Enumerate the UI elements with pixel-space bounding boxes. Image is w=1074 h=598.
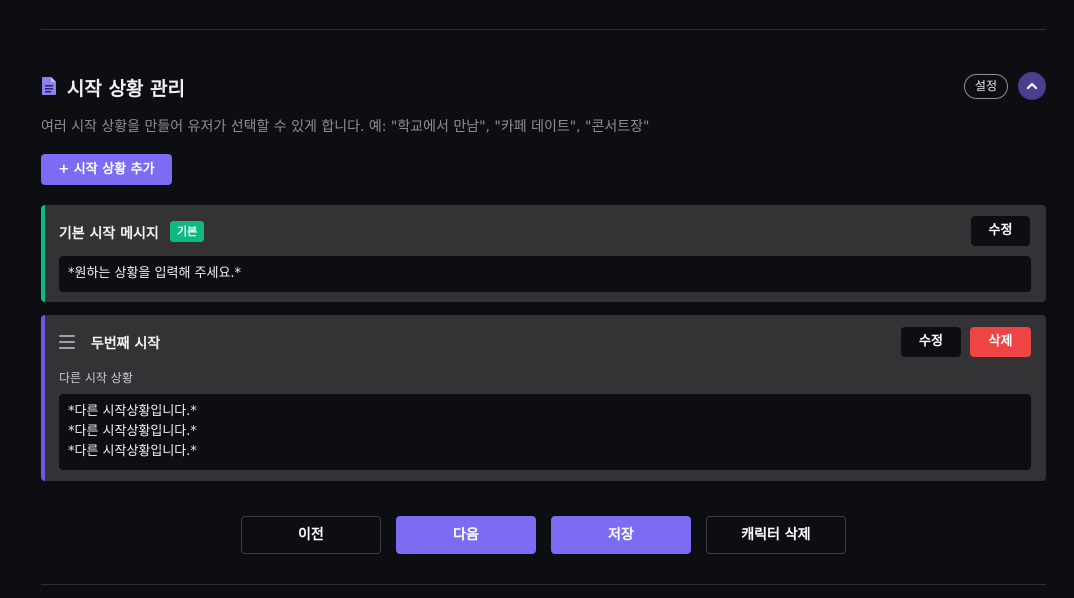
- message-line: *다른 시작상황입니다.*: [68, 424, 197, 439]
- delete-character-button[interactable]: 캐릭터 삭제: [706, 516, 846, 554]
- section-header: 시작 상황 관리 설정: [41, 72, 1046, 102]
- next-button[interactable]: 다음: [396, 516, 536, 554]
- prev-button[interactable]: 이전: [241, 516, 381, 554]
- default-badge: 기본: [170, 221, 205, 242]
- add-start-situation-button[interactable]: + 시작 상황 추가: [41, 154, 172, 185]
- bottom-divider: [41, 584, 1046, 585]
- document-icon: [42, 77, 56, 95]
- page-title: 시작 상황 관리: [67, 78, 186, 100]
- message-line: *다른 시작상황입니다.*: [68, 404, 197, 419]
- card-title: 기본 시작 메시지: [59, 226, 159, 242]
- top-divider: [41, 29, 1046, 30]
- chevron-up-icon: [1026, 82, 1038, 90]
- edit-button[interactable]: 수정: [901, 327, 961, 357]
- delete-button[interactable]: 삭제: [970, 327, 1031, 357]
- save-button[interactable]: 저장: [551, 516, 691, 554]
- edit-button[interactable]: 수정: [971, 216, 1030, 246]
- message-line: *다른 시작상황입니다.*: [68, 444, 197, 459]
- second-start-card: 두번째 시작 수정 삭제 다른 시작 상황 *다른 시작상황입니다.* *다른 …: [41, 315, 1046, 481]
- settings-button[interactable]: 설정: [963, 74, 1008, 99]
- start-message-box[interactable]: *원하는 상황을 입력해 주세요.*: [59, 256, 1031, 292]
- collapse-button[interactable]: [1018, 72, 1046, 100]
- drag-handle-icon[interactable]: [59, 335, 75, 349]
- section-description: 여러 시작 상황을 만들어 유저가 선택할 수 있게 합니다. 예: "학교에서…: [41, 119, 650, 135]
- card-title: 두번째 시작: [91, 336, 161, 352]
- default-start-card: 기본 시작 메시지 기본 수정 *원하는 상황을 입력해 주세요.*: [41, 205, 1046, 302]
- situation-subtitle: 다른 시작 상황: [59, 371, 133, 385]
- start-message-box[interactable]: *다른 시작상황입니다.* *다른 시작상황입니다.* *다른 시작상황입니다.…: [59, 394, 1031, 470]
